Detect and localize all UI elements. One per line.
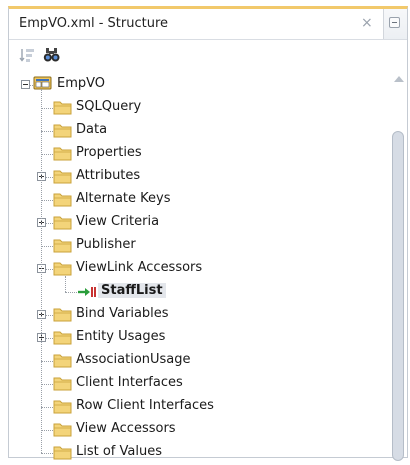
scrollbar-thumb[interactable] — [392, 131, 404, 461]
tree-node-label[interactable]: AssociationUsage — [76, 352, 191, 367]
structure-tree: EmpVO SQLQuery Data Properties Attributes Al… — [9, 75, 389, 460]
tree-node-row[interactable]: Alternate Keys — [9, 190, 389, 212]
toolbar — [9, 40, 407, 70]
sort-icon[interactable] — [18, 46, 36, 64]
tree-connector — [29, 85, 33, 86]
folder-icon — [53, 422, 73, 437]
tree-node-label[interactable]: Data — [76, 122, 107, 137]
folder-icon — [53, 261, 73, 276]
tree-node-row[interactable]: AssociationUsage — [9, 351, 389, 373]
tree-node-row[interactable]: ViewLink Accessors — [9, 259, 389, 281]
close-icon[interactable]: × — [361, 15, 373, 31]
folder-icon — [53, 123, 73, 138]
tree-node-label[interactable]: Bind Variables — [76, 306, 169, 321]
tree-root-label[interactable]: EmpVO — [57, 76, 105, 91]
tree-node-label[interactable]: View Accessors — [76, 421, 176, 436]
tree-connector — [65, 292, 77, 293]
folder-icon — [53, 376, 73, 391]
folder-icon — [53, 307, 73, 322]
folder-icon — [53, 146, 73, 161]
viewlink-accessor-icon — [77, 285, 97, 300]
tree-node-label[interactable]: List of Values — [76, 444, 162, 459]
folder-icon — [53, 330, 73, 345]
folder-icon — [53, 169, 73, 184]
tree-node-label[interactable]: Publisher — [76, 237, 136, 252]
tree-node-label[interactable]: Properties — [76, 145, 142, 160]
minimize-button[interactable] — [389, 17, 400, 28]
vertical-scrollbar[interactable] — [391, 71, 407, 461]
tree-node-row[interactable]: Row Client Interfaces — [9, 397, 389, 419]
folder-icon — [53, 215, 73, 230]
tree-node-label[interactable]: Alternate Keys — [76, 191, 171, 206]
tree-node-label[interactable]: SQLQuery — [76, 99, 141, 114]
tree-node-label[interactable]: Client Interfaces — [76, 375, 183, 390]
tree-node-label[interactable]: Entity Usages — [76, 329, 165, 344]
tree-connector — [65, 276, 66, 292]
tree-node-row[interactable]: Client Interfaces — [9, 374, 389, 396]
folder-icon — [53, 353, 73, 368]
panel-titlebar: EmpVO.xml - Structure × — [9, 9, 407, 40]
tree-node-row[interactable]: View Criteria — [9, 213, 389, 235]
tree-node-label[interactable]: ViewLink Accessors — [76, 260, 202, 275]
tree-node-row[interactable]: List of Values — [9, 443, 389, 465]
tree-node-row[interactable]: Attributes — [9, 167, 389, 189]
scroll-up-arrow-icon[interactable] — [394, 76, 404, 82]
folder-icon — [53, 399, 73, 414]
tree-child-label[interactable]: StaffList — [98, 283, 166, 298]
tree-node-row[interactable]: SQLQuery — [9, 98, 389, 120]
tab-structure[interactable]: EmpVO.xml - Structure × — [9, 9, 384, 39]
tree-node-row[interactable]: Data — [9, 121, 389, 143]
structure-panel: EmpVO.xml - Structure × EmpVO SQLQuery D… — [8, 6, 408, 461]
tree-node-row[interactable]: Entity Usages — [9, 328, 389, 350]
view-object-icon — [33, 75, 53, 90]
tree-node-row[interactable]: Properties — [9, 144, 389, 166]
folder-icon — [53, 100, 73, 115]
tree-node-label[interactable]: Attributes — [76, 168, 140, 183]
tree-connector — [41, 89, 42, 453]
tab-title: EmpVO.xml - Structure — [19, 16, 169, 31]
folder-icon — [53, 192, 73, 207]
binoculars-icon[interactable] — [43, 46, 61, 64]
folder-icon — [53, 238, 73, 253]
tree-node-row[interactable]: Publisher — [9, 236, 389, 258]
tree-node-row[interactable]: View Accessors — [9, 420, 389, 442]
tree-node-label[interactable]: Row Client Interfaces — [76, 398, 214, 413]
tree-node-row[interactable]: Bind Variables — [9, 305, 389, 327]
tree-root-row[interactable]: EmpVO — [9, 75, 389, 97]
folder-icon — [53, 445, 73, 460]
tree-node-label[interactable]: View Criteria — [76, 214, 159, 229]
tree-child-row[interactable]: StaffList — [9, 276, 389, 304]
